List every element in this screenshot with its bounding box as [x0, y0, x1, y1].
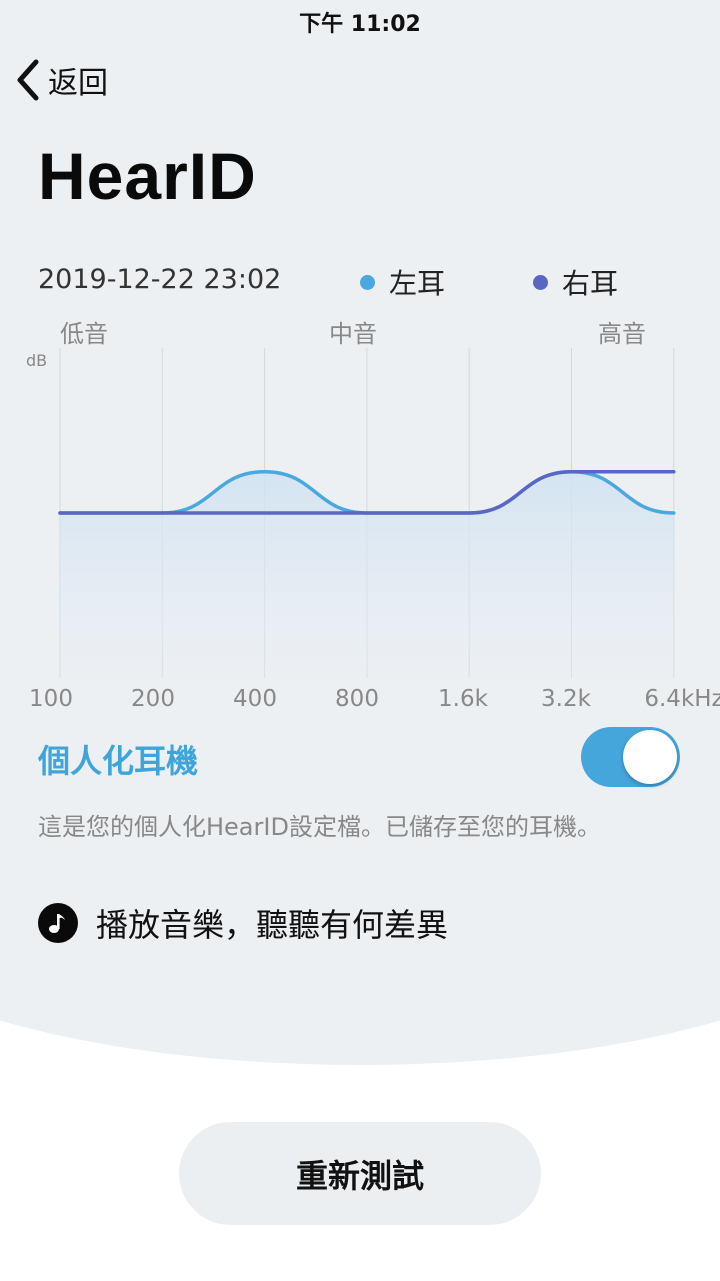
x-tick-label: 3.2k — [541, 686, 591, 712]
play-music-label: 播放音樂，聽聽有何差異 — [96, 906, 449, 944]
page-title: HearID — [38, 139, 257, 213]
play-music-button[interactable]: 播放音樂，聽聽有何差異 — [38, 900, 448, 946]
x-tick-label: 100 — [29, 686, 73, 712]
legend-right-dot — [533, 274, 548, 290]
x-tick-label: 6.4kHz — [644, 686, 720, 712]
personalize-description: 這是您的個人化HearID設定檔。已儲存至您的耳機。 — [38, 813, 601, 841]
x-tick-label: 200 — [131, 686, 175, 712]
back-label: 返回 — [48, 66, 108, 101]
retest-button[interactable]: 重新測試 — [179, 1122, 541, 1225]
x-tick-label: 1.6k — [438, 686, 488, 712]
x-tick-label: 400 — [233, 686, 277, 712]
personalize-toggle[interactable] — [581, 727, 680, 787]
music-note-icon — [38, 903, 78, 943]
legend-left-dot — [360, 274, 375, 290]
back-button[interactable]: 返回 — [14, 56, 108, 104]
personalize-title: 個人化耳機 — [38, 742, 199, 780]
toggle-knob — [623, 730, 677, 784]
status-bar-time: 下午 11:02 — [299, 12, 421, 37]
legend-left-ear: 左耳 — [360, 262, 445, 302]
hearing-chart — [58, 348, 676, 678]
legend-right-ear: 右耳 — [533, 262, 618, 302]
legend-left-label: 左耳 — [389, 267, 446, 300]
x-tick-label: 800 — [335, 686, 379, 712]
chevron-left-icon — [17, 59, 39, 101]
profile-date: 2019-12-22 23:02 — [38, 264, 282, 295]
top-panel: 下午 11:02 返回 HearID 2019-12-22 23:02 左耳 右… — [0, 0, 720, 1070]
legend-right-label: 右耳 — [562, 267, 619, 300]
